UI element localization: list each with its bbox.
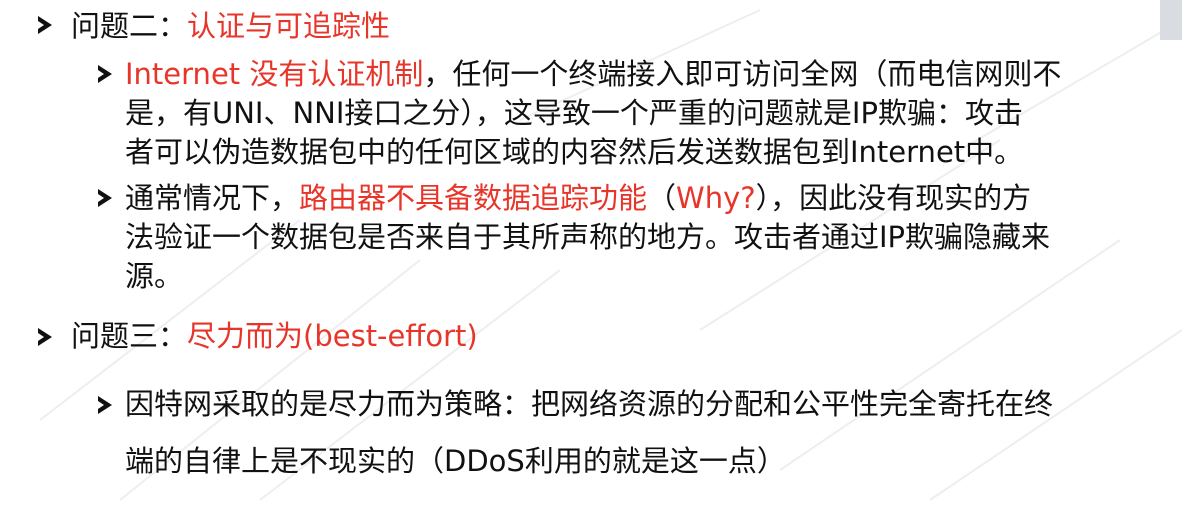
arrow-bullet-icon xyxy=(38,16,52,34)
item1-sub2-paren: （ xyxy=(647,181,677,215)
item2-label: 问题三： xyxy=(71,319,188,353)
item1-label: 问题二： xyxy=(71,9,188,43)
item1-sub1-red: Internet 没有认证机制 xyxy=(125,57,424,91)
item1-sub2-line1: 通常情况下，路由器不具备数据追踪功能（Why?），因此没有现实的方 xyxy=(125,184,1031,213)
arrow-bullet-icon xyxy=(38,328,52,346)
item1-sub1-line3: 者可以伪造数据包中的任何区域的内容然后发送数据包到Internet中。 xyxy=(125,135,1024,169)
item2-sub1-line2: 端的自律上是不现实的（DDoS利用的就是这一点） xyxy=(125,444,786,478)
item1-sub2-why: Why? xyxy=(676,181,756,215)
item1-sub1-rest: ，任何一个终端接入即可访问全网（而电信网则不 xyxy=(423,57,1062,91)
item2-highlight: 尽力而为(best-effort) xyxy=(187,319,478,353)
arrow-bullet-icon xyxy=(98,189,112,207)
arrow-bullet-icon xyxy=(98,65,112,83)
item1-sub2-line2: 法验证一个数据包是否来自于其所声称的地方。攻击者通过IP欺骗隐藏来 xyxy=(125,220,1051,254)
item1-sub1-line2: 是，有UNI、NNI接口之分），这导致一个严重的问题就是IP欺骗：攻击 xyxy=(125,96,1023,130)
item1-sub2-line3: 源。 xyxy=(125,259,184,293)
item1-sub2-red: 路由器不具备数据追踪功能 xyxy=(299,181,648,215)
item1-sub2-pre: 通常情况下， xyxy=(125,181,300,215)
item1-sub1-line1: Internet 没有认证机制，任何一个终端接入即可访问全网（而电信网则不 xyxy=(125,60,1061,89)
item2-sub1-line1: 因特网采取的是尽力而为策略：把网络资源的分配和公平性完全寄托在终 xyxy=(125,387,1054,421)
item1-sub2-rest: ），因此没有现实的方 xyxy=(755,181,1032,215)
corner-tab xyxy=(1160,0,1182,40)
item2-heading: 问题三：尽力而为(best-effort) xyxy=(71,322,478,351)
arrow-bullet-icon xyxy=(98,396,112,414)
item1-heading: 问题二：认证与可追踪性 xyxy=(71,12,390,41)
item1-highlight: 认证与可追踪性 xyxy=(187,9,391,43)
